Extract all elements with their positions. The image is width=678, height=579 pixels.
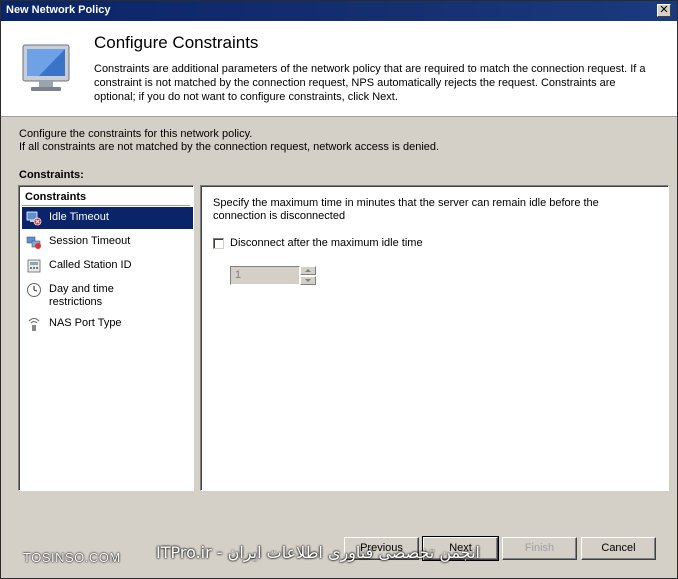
window-title: New Network Policy bbox=[6, 4, 111, 16]
wizard-header: Configure Constraints Constraints are ad… bbox=[1, 21, 677, 117]
constraint-item-idle-timeout[interactable]: Idle Timeout bbox=[22, 207, 193, 229]
constraint-label-nas-port-type: NAS Port Type bbox=[49, 317, 122, 329]
title-bar[interactable]: New Network Policy ✕ bbox=[1, 1, 677, 21]
constraint-item-called-station-id[interactable]: Called Station ID bbox=[22, 255, 193, 277]
spinner-down-button bbox=[300, 276, 316, 285]
disconnect-checkbox[interactable] bbox=[213, 238, 224, 249]
constraint-settings-panel: Specify the maximum time in minutes that… bbox=[200, 185, 669, 491]
constraint-item-day-and-time[interactable]: Day and time restrictions bbox=[22, 279, 193, 313]
idle-timeout-icon bbox=[26, 211, 42, 226]
page-heading: Configure Constraints bbox=[94, 33, 259, 52]
idle-timeout-description: Specify the maximum time in minutes that… bbox=[213, 197, 599, 222]
constraint-label-called-station-id: Called Station ID bbox=[49, 259, 132, 271]
intro-line-1: Configure the constraints for this netwo… bbox=[19, 128, 253, 140]
nas-port-icon bbox=[28, 318, 40, 331]
constraints-list: Constraints Idle Timeout Session Timeout bbox=[18, 185, 194, 491]
idle-time-input: 1 bbox=[230, 266, 300, 285]
constraints-group-header: Constraints bbox=[22, 189, 190, 206]
cancel-button[interactable]: Cancel bbox=[581, 537, 656, 560]
page-description: Constraints are additional parameters of… bbox=[94, 63, 646, 103]
finish-button: Finish bbox=[502, 537, 577, 560]
constraint-label-idle-timeout: Idle Timeout bbox=[49, 211, 109, 223]
intro-text: Configure the constraints for this netwo… bbox=[19, 128, 659, 154]
clock-icon bbox=[27, 283, 41, 297]
wizard-body: Configure the constraints for this netwo… bbox=[1, 118, 677, 578]
new-network-policy-dialog: New Network Policy ✕ Configure Constrain… bbox=[0, 0, 678, 579]
constraint-label-session-timeout: Session Timeout bbox=[49, 235, 131, 247]
close-button[interactable]: ✕ bbox=[657, 4, 671, 17]
arrow-down-icon bbox=[305, 279, 311, 282]
constraint-item-session-timeout[interactable]: Session Timeout bbox=[22, 231, 193, 253]
constraint-item-nas-port-type[interactable]: NAS Port Type bbox=[22, 313, 193, 335]
monitor-icon bbox=[22, 44, 70, 91]
watermark-left: TOSINSO.COM bbox=[23, 550, 121, 565]
intro-line-2: If all constraints are not matched by th… bbox=[19, 141, 440, 153]
constraint-label-day-and-time: Day and time restrictions bbox=[49, 283, 114, 308]
spinner-up-button bbox=[300, 266, 316, 275]
arrow-up-icon bbox=[305, 269, 311, 272]
constraints-label: Constraints: bbox=[19, 169, 84, 181]
session-timeout-icon bbox=[26, 236, 41, 249]
disconnect-checkbox-label[interactable]: Disconnect after the maximum idle time bbox=[230, 237, 423, 249]
idle-time-spinner: 1 bbox=[230, 266, 316, 285]
called-station-icon bbox=[27, 259, 41, 273]
watermark-right: انجمن تخصصی فناوری اطلاعات ایران - ITPro… bbox=[156, 543, 480, 562]
